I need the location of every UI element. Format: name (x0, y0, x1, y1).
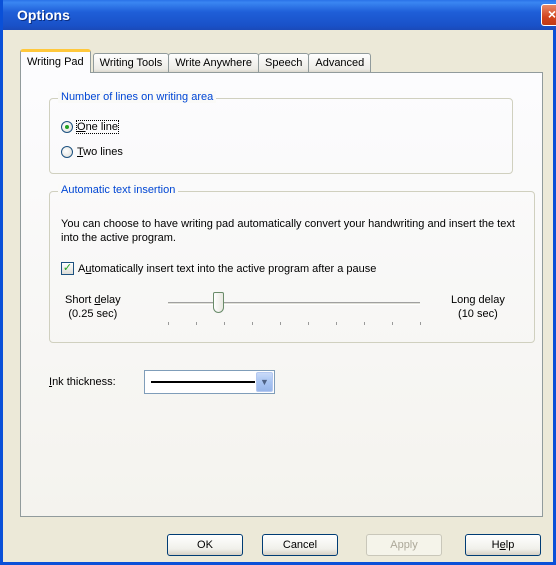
window-title: Options (17, 7, 70, 23)
auto-insert-label: Automatically insert text into the activ… (78, 262, 377, 275)
slider-tick (168, 322, 169, 325)
title-bar[interactable]: Options (3, 0, 556, 30)
insertion-group-legend: Automatic text insertion (58, 184, 179, 196)
ink-thickness-label: Ink thickness: (49, 376, 116, 388)
auto-insert-option[interactable]: ✓ Automatically insert text into the act… (61, 262, 376, 275)
close-icon[interactable]: × (541, 4, 556, 26)
ink-thickness-select[interactable]: ▼ (144, 370, 275, 394)
slider-tick (392, 322, 393, 325)
ok-button[interactable]: OK (167, 534, 243, 556)
chevron-down-icon[interactable]: ▼ (256, 372, 273, 392)
cancel-button[interactable]: Cancel (262, 534, 338, 556)
delay-slider-thumb[interactable] (213, 292, 225, 313)
slider-tick (364, 322, 365, 325)
long-delay-label: Long delay (10 sec) (451, 294, 505, 320)
apply-button[interactable]: Apply (366, 534, 442, 556)
tab-speech[interactable]: Speech (258, 53, 310, 73)
one-line-label: One line (76, 120, 119, 134)
lines-group-legend: Number of lines on writing area (58, 91, 217, 103)
tab-strip: Writing Pad Writing Tools Write Anywhere… (20, 49, 372, 73)
delay-slider-track[interactable] (168, 302, 420, 305)
tab-writing-pad[interactable]: Writing Pad (20, 49, 91, 73)
insertion-description: You can choose to have writing pad autom… (61, 218, 515, 244)
options-dialog: Options × Writing Pad Writing Tools Writ… (0, 0, 556, 565)
two-lines-option[interactable]: Two lines (61, 146, 123, 158)
short-delay-label: Short delay (0.25 sec) (65, 294, 121, 320)
slider-tick (308, 322, 309, 325)
slider-tick (196, 322, 197, 325)
ink-thickness-preview (151, 381, 255, 383)
one-line-radio[interactable] (61, 121, 73, 133)
tab-write-anywhere[interactable]: Write Anywhere (168, 53, 260, 73)
slider-tick (252, 322, 253, 325)
tab-advanced[interactable]: Advanced (308, 53, 372, 73)
one-line-option[interactable]: One line (61, 120, 119, 134)
tab-writing-tools[interactable]: Writing Tools (92, 53, 170, 73)
help-button[interactable]: Help (465, 534, 541, 556)
two-lines-label: Two lines (77, 146, 123, 158)
slider-tick (224, 322, 225, 325)
auto-insert-checkbox[interactable]: ✓ (61, 262, 74, 275)
slider-tick (336, 322, 337, 325)
slider-tick (280, 322, 281, 325)
two-lines-radio[interactable] (61, 146, 73, 158)
lines-group: Number of lines on writing area (49, 91, 513, 174)
slider-tick (420, 322, 421, 325)
